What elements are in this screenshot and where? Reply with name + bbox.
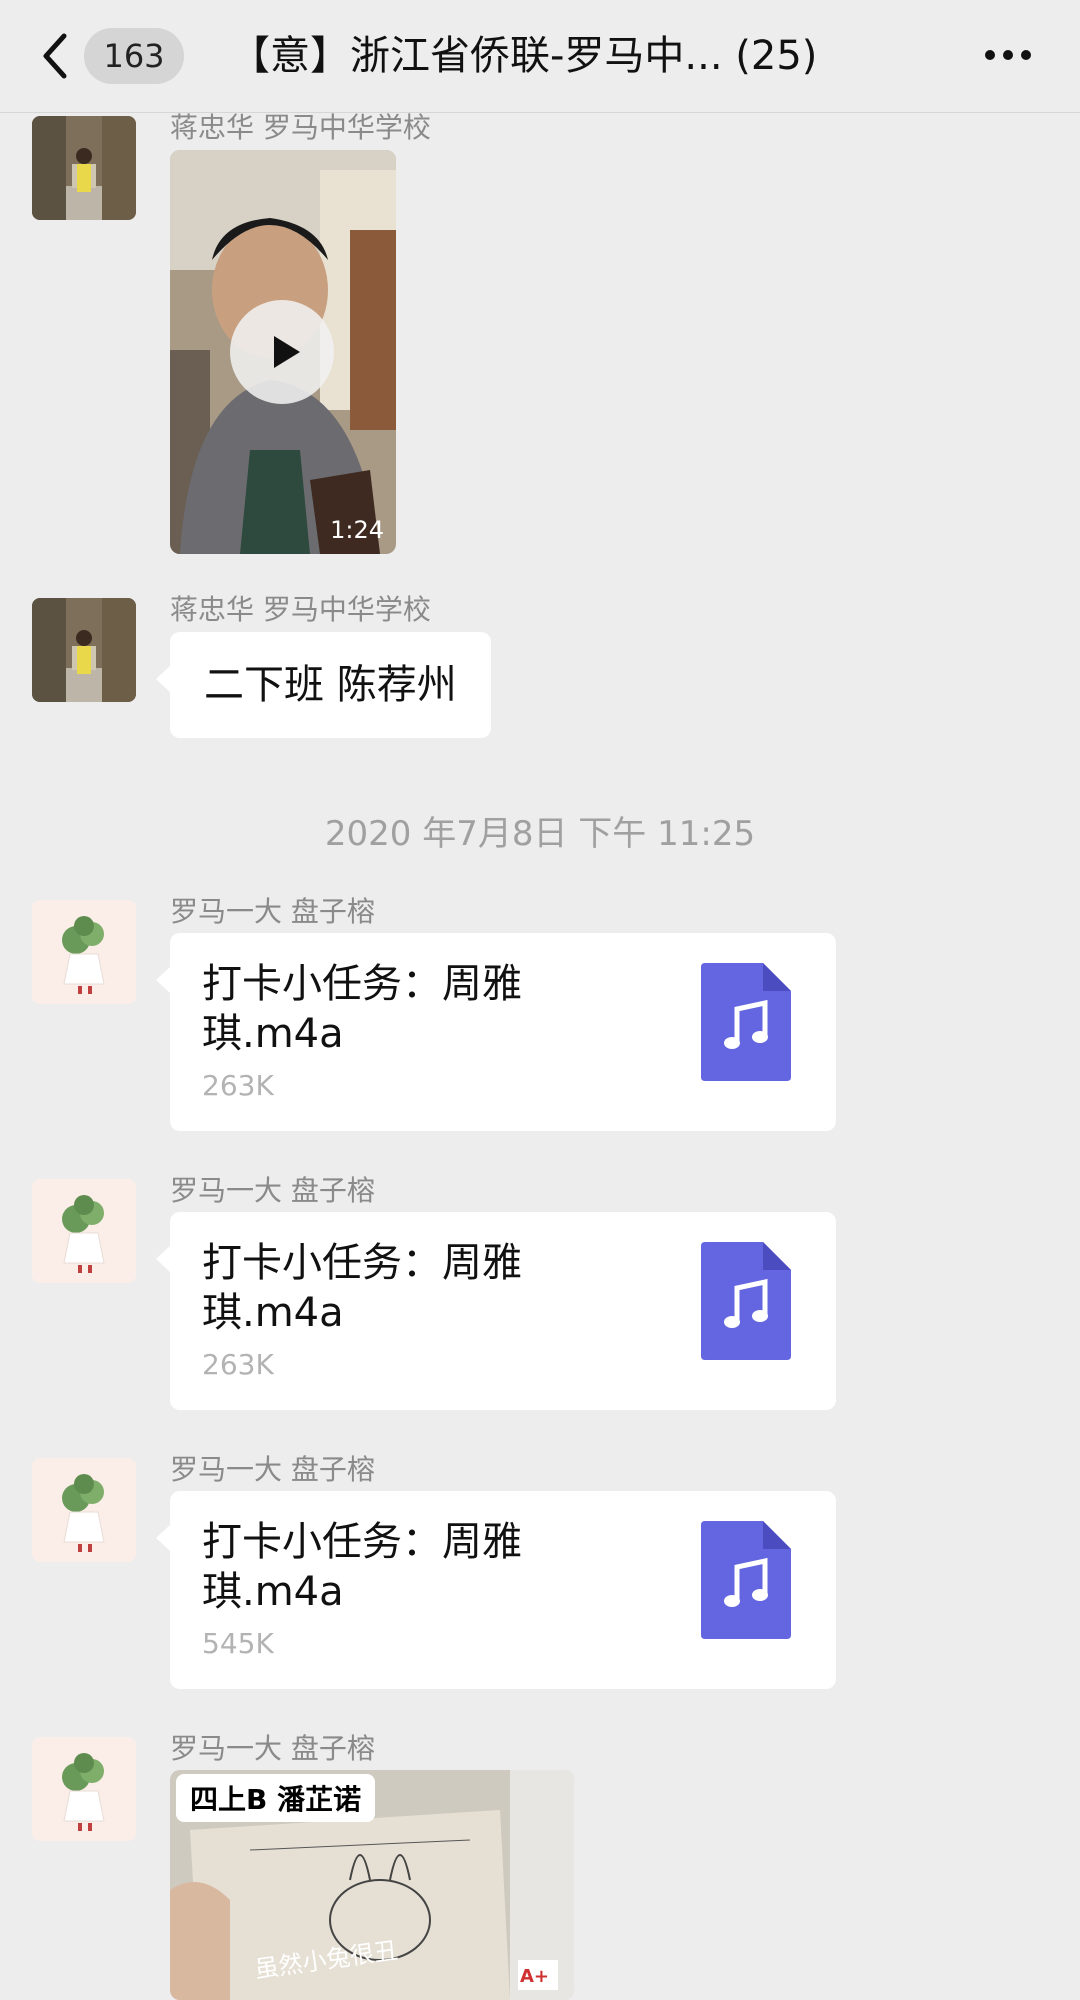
file-name: 打卡小任务：周雅琪.m4a [202,1240,522,1336]
sender-name: 罗马一大 盘子榕 [170,895,375,928]
music-file-icon [701,1242,791,1360]
image-caption: 四上B 潘芷诺 [176,1774,376,1822]
chat-header: 163 【意】浙江省侨联-罗马中... (25) [0,0,1080,113]
video-message[interactable]: 1:24 [170,150,396,554]
file-size: 545K [202,1627,274,1660]
avatar[interactable] [32,1458,136,1562]
avatar[interactable] [32,116,136,220]
play-icon [230,300,334,404]
file-message[interactable]: 打卡小任务：周雅琪.m4a 263K [156,933,836,1131]
avatar[interactable] [32,1737,136,1841]
more-button[interactable] [980,30,1036,80]
text-message[interactable]: 二下班 陈荐州 [156,632,491,738]
sender-name: 罗马一大 盘子榕 [170,1174,375,1207]
avatar[interactable] [32,1179,136,1283]
more-dots-icon [985,50,1031,60]
file-size: 263K [202,1348,274,1381]
sender-name: 罗马一大 盘子榕 [170,1732,375,1765]
file-message[interactable]: 打卡小任务：周雅琪.m4a 263K [156,1212,836,1410]
back-button[interactable] [36,26,76,86]
sender-name: 蒋忠华 罗马中华学校 [170,593,431,626]
file-size: 263K [202,1069,274,1102]
video-duration: 1:24 [330,516,384,544]
music-file-icon [701,1521,791,1639]
play-button[interactable] [230,300,334,404]
file-name: 打卡小任务：周雅琪.m4a [202,961,522,1057]
file-name: 打卡小任务：周雅琪.m4a [202,1519,522,1615]
music-file-icon [701,963,791,1081]
sender-name: 罗马一大 盘子榕 [170,1453,375,1486]
timestamp: 2020 年7月8日 下午 11:25 [324,814,756,854]
avatar[interactable] [32,598,136,702]
chevron-left-icon [43,33,67,79]
image-message[interactable]: A+ 四上B 潘芷诺 虽然小兔很丑 [170,1770,574,2000]
file-message[interactable]: 打卡小任务：周雅琪.m4a 545K [156,1491,836,1689]
avatar[interactable] [32,900,136,1004]
chat-title[interactable]: 【意】浙江省侨联-罗马中... (25) [230,24,930,88]
unread-count-badge[interactable]: 163 [84,28,184,84]
